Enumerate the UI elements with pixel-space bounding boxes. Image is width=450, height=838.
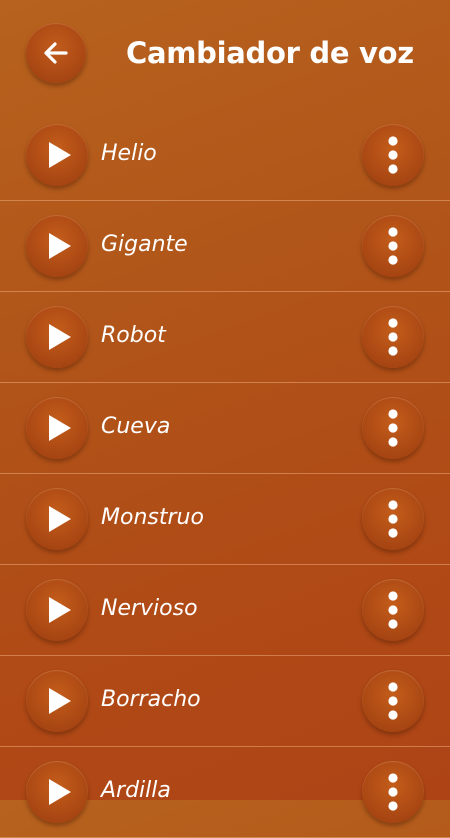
effect-row-ardilla[interactable]: Ardilla	[0, 747, 450, 838]
play-icon	[49, 415, 71, 441]
effect-label: Gigante	[101, 232, 188, 257]
effect-row-gigante[interactable]: Gigante	[0, 201, 450, 292]
more-options-button[interactable]	[362, 488, 424, 550]
effect-label: Monstruo	[101, 505, 204, 530]
play-button[interactable]	[26, 579, 88, 641]
effect-label: Helio	[101, 141, 157, 166]
play-button[interactable]	[26, 215, 88, 277]
effect-row-borracho[interactable]: Borracho	[0, 656, 450, 747]
effect-label: Cueva	[101, 414, 171, 439]
play-button[interactable]	[26, 488, 88, 550]
play-button[interactable]	[26, 670, 88, 732]
play-icon	[49, 597, 71, 623]
play-icon	[49, 233, 71, 259]
play-button[interactable]	[26, 761, 88, 823]
effect-row-helio[interactable]: Helio	[0, 110, 450, 201]
page-title: Cambiador de voz	[126, 36, 414, 70]
effect-row-robot[interactable]: Robot	[0, 292, 450, 383]
more-options-button[interactable]	[362, 124, 424, 186]
more-vertical-icon	[388, 500, 398, 538]
more-options-button[interactable]	[362, 306, 424, 368]
app-header: Cambiador de voz	[0, 0, 450, 110]
back-button[interactable]	[26, 23, 86, 83]
more-options-button[interactable]	[362, 397, 424, 459]
effect-row-nervioso[interactable]: Nervioso	[0, 565, 450, 656]
more-options-button[interactable]	[362, 761, 424, 823]
more-vertical-icon	[388, 318, 398, 356]
effect-row-monstruo[interactable]: Monstruo	[0, 474, 450, 565]
more-vertical-icon	[388, 591, 398, 629]
effect-label: Robot	[101, 323, 166, 348]
more-vertical-icon	[388, 136, 398, 174]
more-vertical-icon	[388, 682, 398, 720]
play-icon	[49, 688, 71, 714]
play-button[interactable]	[26, 306, 88, 368]
play-button[interactable]	[26, 124, 88, 186]
effect-label: Nervioso	[101, 596, 198, 621]
more-vertical-icon	[388, 409, 398, 447]
effect-label: Ardilla	[101, 778, 171, 803]
play-icon	[49, 324, 71, 350]
more-vertical-icon	[388, 227, 398, 265]
more-vertical-icon	[388, 773, 398, 811]
play-button[interactable]	[26, 397, 88, 459]
voice-effects-list: Helio Gigante Robot Cueva Monstruo Nervioso Bo…	[0, 110, 450, 838]
more-options-button[interactable]	[362, 579, 424, 641]
effect-label: Borracho	[101, 687, 201, 712]
play-icon	[49, 142, 71, 168]
more-options-button[interactable]	[362, 670, 424, 732]
more-options-button[interactable]	[362, 215, 424, 277]
play-icon	[49, 779, 71, 805]
effect-row-cueva[interactable]: Cueva	[0, 383, 450, 474]
arrow-left-icon	[44, 42, 68, 64]
play-icon	[49, 506, 71, 532]
